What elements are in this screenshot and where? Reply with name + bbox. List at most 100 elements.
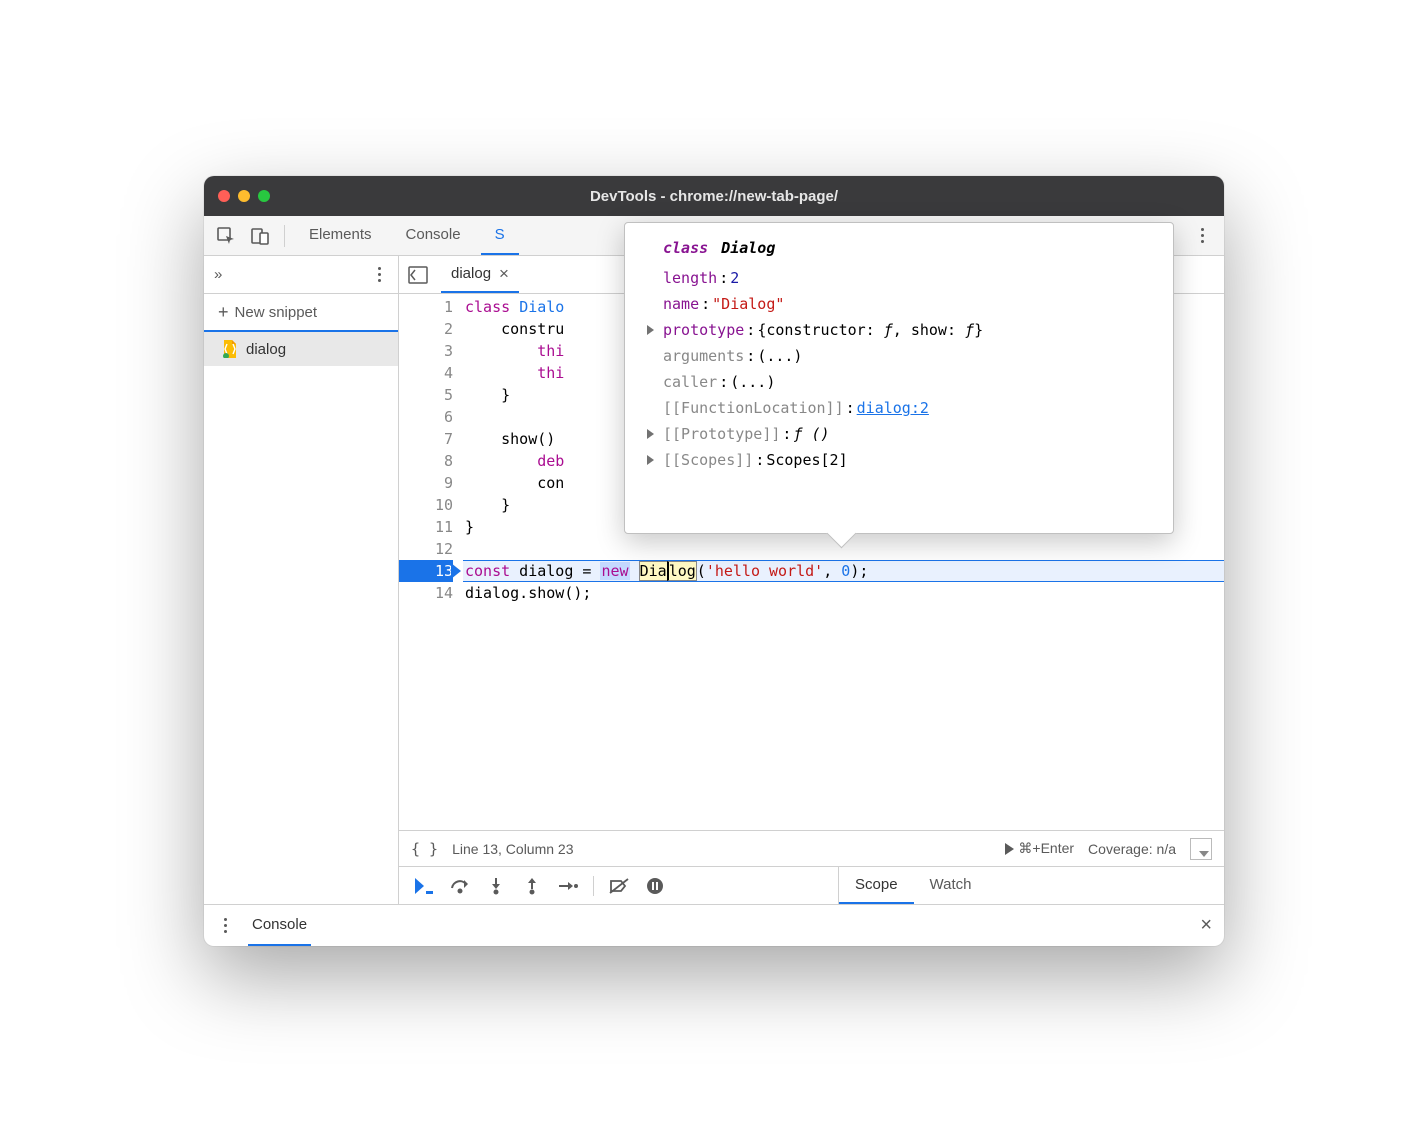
line-number[interactable]: 5 [399, 384, 453, 406]
pause-on-exceptions-icon[interactable] [644, 875, 666, 897]
run-hint-label: ⌘+Enter [1018, 840, 1074, 856]
popover-class-keyword: class [663, 235, 708, 261]
popover-property-row[interactable]: [[Scopes]]: Scopes[2] [641, 447, 1157, 473]
new-snippet-button[interactable]: + New snippet [204, 294, 398, 332]
tab-scope[interactable]: Scope [839, 867, 914, 904]
property-name: arguments [663, 343, 744, 369]
device-toggle-icon[interactable] [246, 222, 274, 250]
code-line[interactable]: const dialog = new Dialog('hello world',… [463, 560, 1224, 582]
show-navigator-icon[interactable] [405, 262, 431, 288]
expand-triangle-icon[interactable] [647, 325, 654, 335]
property-value: ƒ () [793, 421, 829, 447]
separator [284, 225, 285, 247]
editor-tab-label: dialog [451, 265, 491, 282]
inspect-element-icon[interactable] [212, 222, 240, 250]
sidebar-top: » [204, 256, 398, 294]
devtools-window: DevTools - chrome://new-tab-page/ Elemen… [204, 176, 1224, 946]
code-line[interactable]: dialog.show(); [463, 582, 1224, 604]
cursor-position: Line 13, Column 23 [452, 841, 573, 857]
plus-icon: + [218, 302, 229, 323]
property-name: [[Scopes]] [663, 447, 753, 473]
popover-property-row[interactable]: name: "Dialog" [641, 291, 1157, 317]
popover-property-row[interactable]: prototype: {constructor: ƒ, show: ƒ} [641, 317, 1157, 343]
popover-property-row[interactable]: length: 2 [641, 265, 1157, 291]
snippet-item-dialog[interactable]: dialog [204, 332, 398, 366]
step-over-icon[interactable] [449, 875, 471, 897]
debug-controls [399, 867, 839, 904]
resume-icon[interactable] [413, 875, 435, 897]
popover-property-row[interactable]: [[FunctionLocation]]: dialog:2 [641, 395, 1157, 421]
line-number[interactable]: 12 [399, 538, 453, 560]
property-value: (...) [730, 369, 775, 395]
line-number[interactable]: 10 [399, 494, 453, 516]
minimize-window-button[interactable] [238, 190, 250, 202]
sidebar-menu-icon[interactable] [370, 267, 388, 282]
format-braces-icon[interactable]: { } [411, 840, 438, 858]
tab-console[interactable]: Console [392, 216, 475, 255]
property-name: [[FunctionLocation]] [663, 395, 844, 421]
editor-tab-dialog[interactable]: dialog × [441, 256, 519, 293]
window-title: DevTools - chrome://new-tab-page/ [204, 188, 1224, 205]
drawer-menu-icon[interactable] [216, 918, 234, 933]
editor-area: dialog × 1234567891011121314 class Dialo… [399, 256, 1224, 904]
sidebar: » + New snippet dialog [204, 256, 399, 904]
more-tabs-icon[interactable] [1188, 222, 1216, 250]
line-number[interactable]: 1 [399, 296, 453, 318]
snippet-list: dialog [204, 332, 398, 904]
line-number[interactable]: 6 [399, 406, 453, 428]
property-name: caller [663, 369, 717, 395]
console-drawer: Console × [204, 904, 1224, 946]
property-value: 2 [730, 265, 739, 291]
object-preview-popover: class Dialog length: 2name: "Dialog"prot… [624, 222, 1174, 534]
separator [593, 876, 594, 896]
expand-triangle-icon[interactable] [647, 455, 654, 465]
editor-status-bar: { } Line 13, Column 23 ⌘+Enter Coverage:… [399, 830, 1224, 866]
popover-property-row[interactable]: arguments: (...) [641, 343, 1157, 369]
popover-class-name: Dialog [721, 235, 775, 261]
drawer-tab-console[interactable]: Console [248, 905, 311, 946]
gutter: 1234567891011121314 [399, 294, 463, 830]
popover-property-row[interactable]: [[Prototype]]: ƒ () [641, 421, 1157, 447]
close-drawer-icon[interactable]: × [1200, 914, 1212, 937]
snippet-item-label: dialog [246, 341, 286, 358]
play-icon [1005, 843, 1014, 855]
coverage-label: Coverage: n/a [1088, 841, 1176, 857]
line-number[interactable]: 11 [399, 516, 453, 538]
step-into-icon[interactable] [485, 875, 507, 897]
tab-watch[interactable]: Watch [914, 867, 988, 904]
line-number[interactable]: 7 [399, 428, 453, 450]
debugger-bar: Scope Watch [399, 866, 1224, 904]
property-value: {constructor: ƒ, show: ƒ} [757, 317, 983, 343]
line-number[interactable]: 9 [399, 472, 453, 494]
property-value: (...) [757, 343, 802, 369]
line-number[interactable]: 4 [399, 362, 453, 384]
line-number[interactable]: 2 [399, 318, 453, 340]
property-name: name [663, 291, 699, 317]
property-value: Scopes[2] [766, 447, 847, 473]
line-number[interactable]: 8 [399, 450, 453, 472]
execution-pointer-icon [451, 563, 461, 579]
titlebar: DevTools - chrome://new-tab-page/ [204, 176, 1224, 216]
close-tab-icon[interactable]: × [499, 264, 509, 284]
line-number[interactable]: 14 [399, 582, 453, 604]
line-number[interactable]: 13 [399, 560, 453, 582]
property-value: "Dialog" [712, 291, 784, 317]
debug-tabs: Scope Watch [839, 867, 988, 904]
zoom-window-button[interactable] [258, 190, 270, 202]
property-name: length [663, 265, 717, 291]
source-link[interactable]: dialog:2 [857, 395, 929, 421]
close-window-button[interactable] [218, 190, 230, 202]
tab-elements[interactable]: Elements [295, 216, 386, 255]
step-out-icon[interactable] [521, 875, 543, 897]
popover-header: class Dialog [641, 235, 1157, 261]
expand-triangle-icon[interactable] [647, 429, 654, 439]
expand-sidebar-icon[interactable]: » [214, 266, 222, 283]
line-number[interactable]: 3 [399, 340, 453, 362]
step-icon[interactable] [557, 875, 579, 897]
popover-property-row[interactable]: caller: (...) [641, 369, 1157, 395]
tab-sources[interactable]: S [481, 216, 519, 255]
show-drawer-icon[interactable] [1190, 838, 1212, 860]
deactivate-breakpoints-icon[interactable] [608, 875, 630, 897]
run-snippet-button[interactable]: ⌘+Enter [1005, 840, 1074, 857]
property-name: [[Prototype]] [663, 421, 780, 447]
